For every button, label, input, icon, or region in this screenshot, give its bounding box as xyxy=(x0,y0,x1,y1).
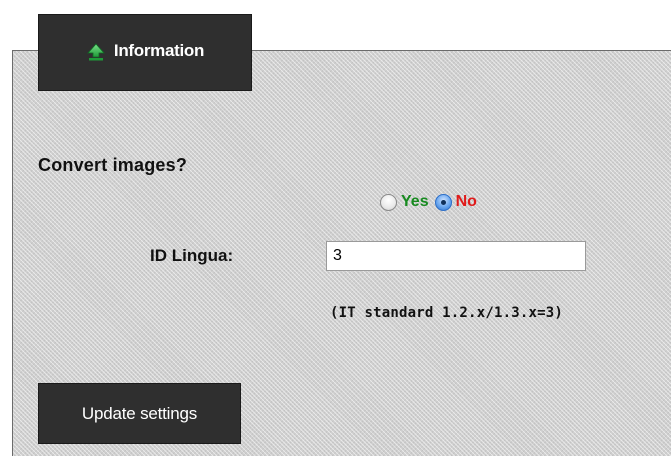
id-lingua-hint: (IT standard 1.2.x/1.3.x=3) xyxy=(330,305,563,321)
convert-images-title: Convert images? xyxy=(38,155,188,175)
id-lingua-input[interactable] xyxy=(326,241,586,271)
radio-yes-label[interactable]: Yes xyxy=(401,193,429,211)
settings-page: Information Convert images? Yes No ID Li… xyxy=(0,0,671,456)
tab-information-label: Information xyxy=(113,41,205,60)
radio-no-label[interactable]: No xyxy=(456,193,477,211)
tab-information[interactable]: Information xyxy=(38,14,252,91)
arrow-up-icon xyxy=(86,42,106,62)
radio-yes[interactable] xyxy=(380,193,397,211)
id-lingua-label: ID Lingua: xyxy=(150,246,234,265)
update-settings-button[interactable]: Update settings xyxy=(38,383,241,444)
convert-images-radio-group: Yes No xyxy=(380,193,477,211)
radio-no[interactable] xyxy=(434,193,452,211)
